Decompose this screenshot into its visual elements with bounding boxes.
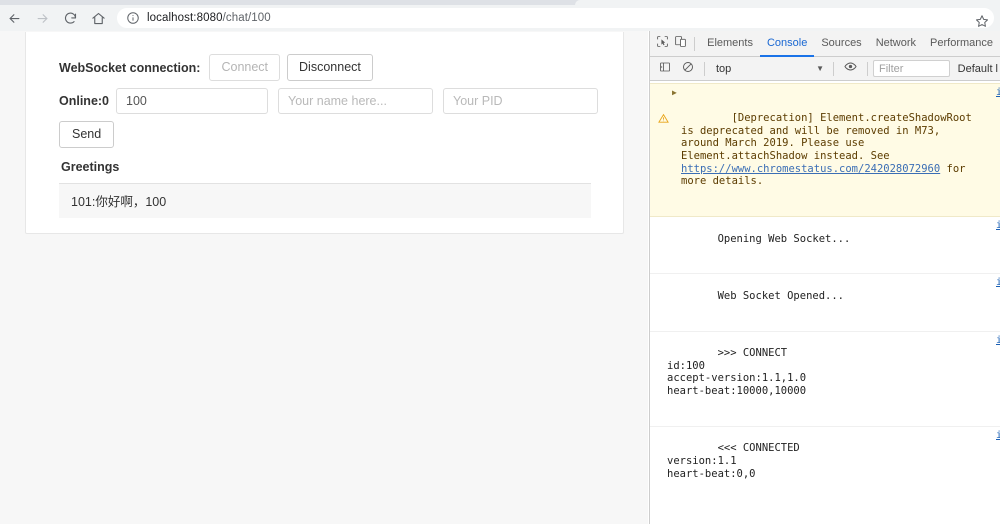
reload-button[interactable] [56, 5, 84, 31]
clear-console-button[interactable] [676, 57, 699, 81]
console-message-3[interactable]: >>> CONNECT id:100 accept-version:1.1,1.… [650, 332, 1000, 427]
inspect-element-button[interactable] [653, 32, 671, 56]
source-link-warning[interactable]: include [996, 87, 1000, 100]
warning-triangle-icon [658, 88, 669, 123]
tab-sources[interactable]: Sources [814, 32, 868, 57]
connect-button[interactable]: Connect [209, 54, 281, 81]
disconnect-button[interactable]: Disconnect [287, 54, 373, 81]
url-host: localhost:8080 [147, 12, 223, 24]
online-row: Online:0 [59, 88, 599, 114]
toolbar-divider [694, 36, 696, 51]
console-message-4[interactable]: <<< CONNECTED version:1.1 heart-beat:0,0… [650, 427, 1000, 524]
source-link-3[interactable]: i [996, 335, 1000, 348]
devtools-panel: Elements Console Sources Network Perform… [649, 31, 1000, 524]
home-icon [91, 11, 106, 26]
reload-icon [63, 11, 78, 26]
console-sidebar-icon [659, 60, 671, 78]
log-levels-select[interactable]: Default l [950, 63, 1000, 75]
page-info-icon[interactable] [126, 11, 140, 25]
console-message-text: Web Socket Opened... [717, 289, 845, 302]
table-row: 101:你好啊，100 [59, 184, 591, 218]
warning-text-part-1: [Deprecation] Element.createShadowRoot i… [681, 112, 979, 162]
execution-context-value: top [716, 62, 732, 75]
websocket-label: WebSocket connection: [59, 60, 201, 75]
console-message-text: >>> CONNECT id:100 accept-version:1.1,1.… [667, 347, 807, 398]
arrow-right-icon [35, 11, 50, 26]
console-filter-bar: top ▼ Default l [650, 57, 1000, 81]
devtools-tabbar: Elements Console Sources Network Perform… [650, 31, 1000, 57]
address-bar[interactable]: localhost:8080/chat/100 [117, 8, 994, 28]
filterbar-divider-2 [833, 61, 834, 76]
address-bar-text: localhost:8080/chat/100 [147, 12, 271, 24]
star-icon [975, 14, 989, 33]
online-count-label: Online:0 [59, 94, 110, 108]
live-expression-eye-icon [844, 60, 857, 78]
room-id-input[interactable] [116, 88, 269, 114]
pid-input[interactable] [443, 88, 599, 114]
tab-console[interactable]: Console [759, 32, 815, 57]
browser-toolbar: localhost:8080/chat/100 [0, 5, 1000, 31]
page-viewport: WebSocket connection: Connect Disconnect… [0, 31, 648, 524]
console-message-warning[interactable]: ▶ [Deprecation] Element.createShadowRoot … [650, 83, 1000, 217]
send-row: Send [59, 121, 595, 148]
source-link-4[interactable]: i [996, 430, 1000, 443]
console-message-text: Opening Web Socket... [717, 232, 851, 245]
greetings-title: Greetings [61, 160, 120, 174]
websocket-connection-row: WebSocket connection: Connect Disconnect [59, 54, 595, 81]
console-message-list[interactable]: ▶ [Deprecation] Element.createShadowRoot … [650, 83, 1000, 524]
source-link-1[interactable]: i [996, 220, 1000, 233]
console-sidebar-button[interactable] [653, 57, 676, 81]
url-path: /chat/100 [222, 12, 271, 24]
disclosure-triangle-icon[interactable]: ▶ [672, 87, 677, 100]
tab-performance[interactable]: Performance [923, 32, 1000, 57]
filterbar-divider-3 [867, 61, 868, 76]
console-message-1[interactable]: Opening Web Socket... i [650, 217, 1000, 275]
inspect-element-icon [656, 35, 669, 53]
arrow-left-icon [7, 11, 22, 26]
name-input[interactable] [278, 88, 434, 114]
console-filter-input[interactable] [873, 60, 950, 77]
chevron-down-icon: ▼ [816, 64, 824, 73]
home-button[interactable] [84, 5, 112, 31]
filterbar-divider-1 [704, 61, 705, 76]
greetings-table: 101:你好啊，100 [59, 183, 591, 218]
forward-button[interactable] [28, 5, 56, 31]
source-link-2[interactable]: i [996, 277, 1000, 290]
chromestatus-link-2[interactable]: 242028072960 [864, 163, 940, 175]
execution-context-select[interactable]: top ▼ [710, 60, 828, 78]
chromestatus-link-1[interactable]: https://www.chromestatus.com/ [681, 163, 864, 175]
clear-console-icon [682, 60, 694, 78]
live-expression-button[interactable] [839, 57, 862, 81]
console-message-text: <<< CONNECTED version:1.1 heart-beat:0,0 [667, 442, 800, 480]
tab-network[interactable]: Network [869, 32, 923, 57]
device-toolbar-icon [674, 35, 687, 53]
browser-window: localhost:8080/chat/100 WebSocket connec… [0, 0, 1000, 524]
tab-elements[interactable]: Elements [700, 32, 760, 57]
chat-card: WebSocket connection: Connect Disconnect… [25, 32, 624, 234]
device-toolbar-button[interactable] [671, 32, 689, 56]
console-message-2[interactable]: Web Socket Opened... i [650, 274, 1000, 332]
send-button[interactable]: Send [59, 121, 115, 148]
back-button[interactable] [0, 5, 28, 31]
